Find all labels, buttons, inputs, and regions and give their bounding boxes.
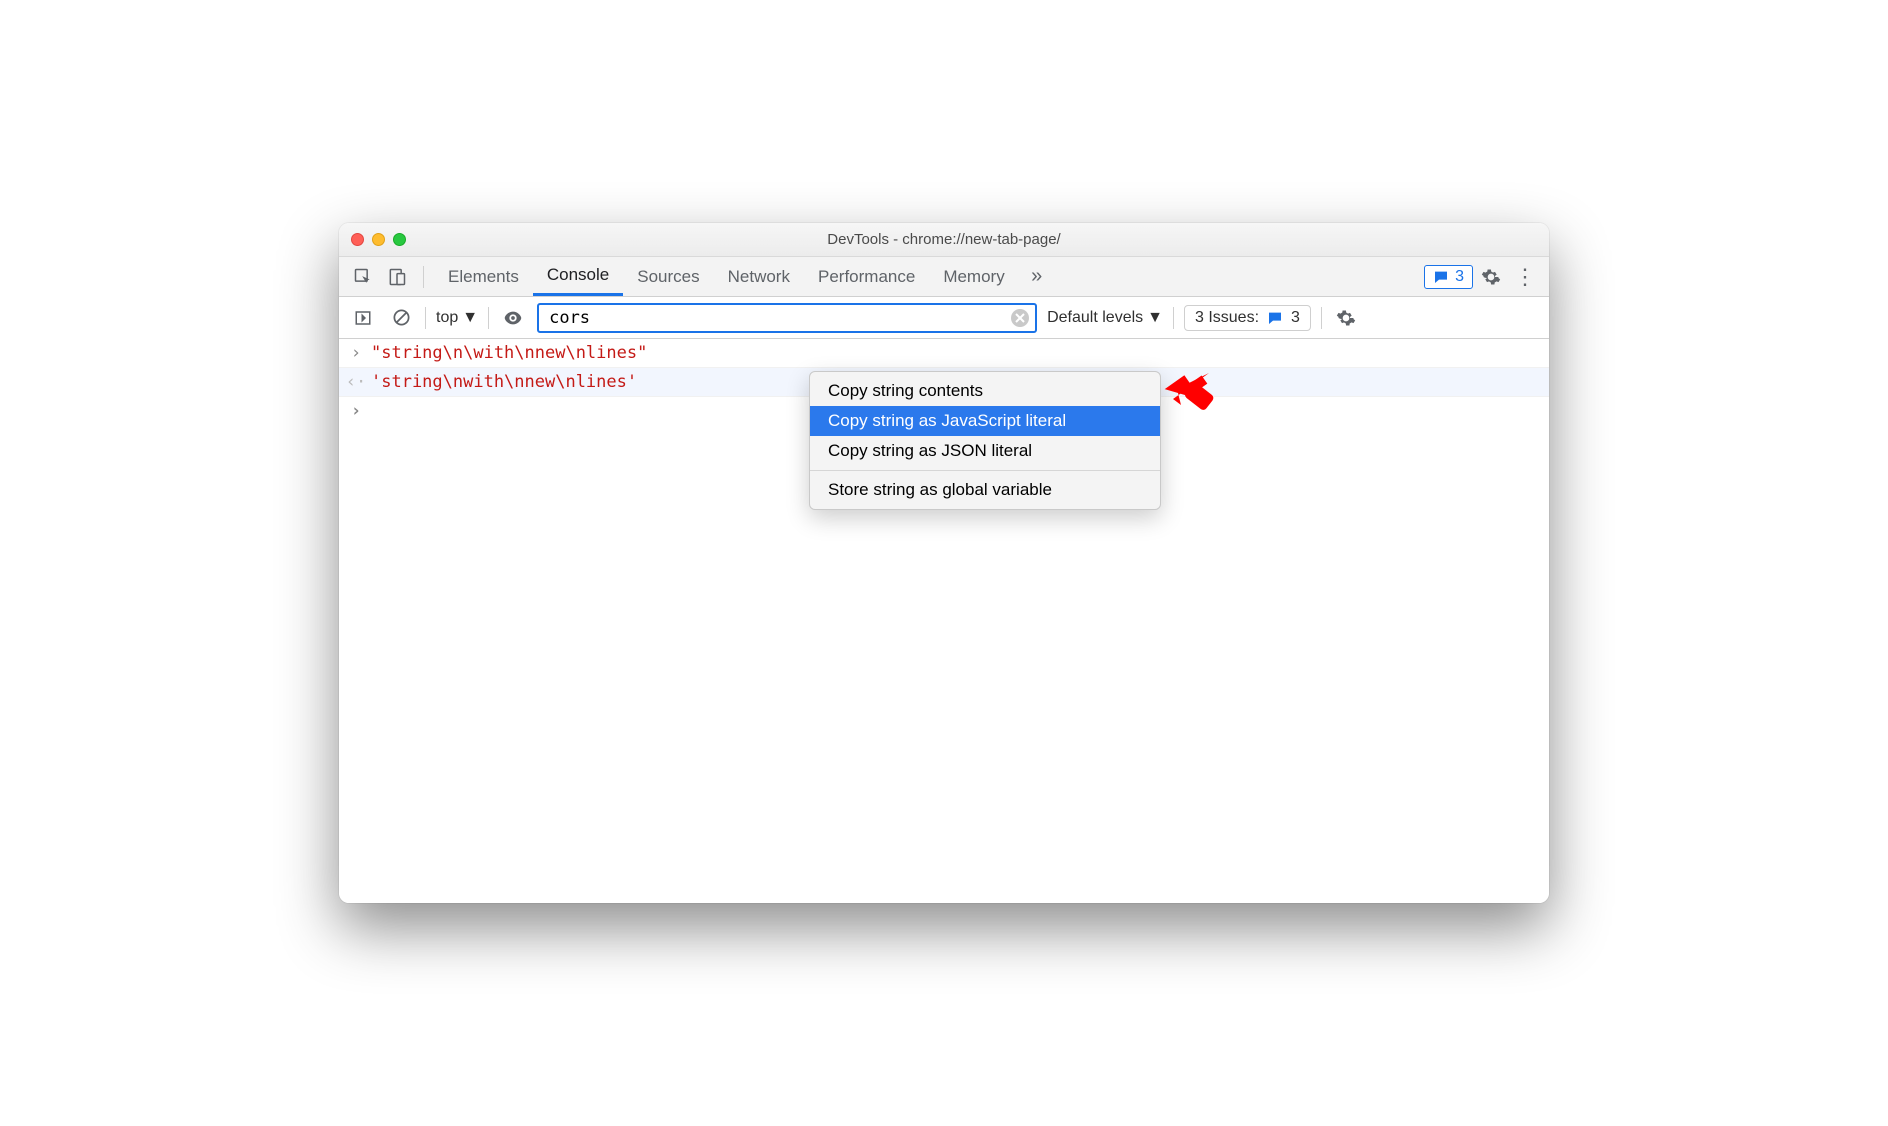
messages-count: 3 xyxy=(1455,268,1464,286)
message-icon xyxy=(1267,310,1283,326)
context-menu-item[interactable]: Copy string as JavaScript literal xyxy=(810,406,1160,436)
output-marker-icon: ‹· xyxy=(349,372,363,392)
message-icon xyxy=(1433,269,1449,285)
console-input-text: "string\n\with\nnew\nlines" xyxy=(371,343,647,363)
window-controls xyxy=(351,233,406,246)
console-toolbar: top ▼ Default levels ▼ 3 Issues: 3 xyxy=(339,297,1549,339)
tab-console[interactable]: Console xyxy=(533,257,623,296)
tab-memory[interactable]: Memory xyxy=(929,257,1018,296)
divider xyxy=(1321,307,1322,329)
menu-separator xyxy=(810,470,1160,471)
console-output-text: 'string\nwith\nnew\nlines' xyxy=(371,372,637,392)
settings-icon[interactable] xyxy=(1475,261,1507,293)
expand-icon[interactable]: › xyxy=(349,343,363,363)
filter-input-wrap xyxy=(537,303,1037,333)
context-selector[interactable]: top ▼ xyxy=(436,309,478,327)
tab-network[interactable]: Network xyxy=(714,257,804,296)
maximize-window-button[interactable] xyxy=(393,233,406,246)
inspect-element-icon[interactable] xyxy=(347,261,379,293)
tab-performance[interactable]: Performance xyxy=(804,257,929,296)
console-body: › "string\n\with\nnew\nlines" ‹· 'string… xyxy=(339,339,1549,903)
context-menu: Copy string contentsCopy string as JavaS… xyxy=(809,371,1161,510)
divider xyxy=(488,307,489,329)
sidebar-toggle-icon[interactable] xyxy=(349,304,377,332)
tabs-container: ElementsConsoleSourcesNetworkPerformance… xyxy=(434,257,1019,296)
context-label: top xyxy=(436,309,458,327)
more-tabs-icon[interactable]: » xyxy=(1021,261,1053,293)
log-levels-selector[interactable]: Default levels ▼ xyxy=(1047,309,1163,327)
issues-count: 3 xyxy=(1291,309,1300,327)
chevron-down-icon: ▼ xyxy=(462,309,478,327)
chevron-down-icon: ▼ xyxy=(1147,309,1163,327)
messages-chip[interactable]: 3 xyxy=(1424,265,1473,289)
issues-chip[interactable]: 3 Issues: 3 xyxy=(1184,305,1311,331)
more-menu-icon[interactable]: ⋮ xyxy=(1509,261,1541,293)
minimize-window-button[interactable] xyxy=(372,233,385,246)
close-window-button[interactable] xyxy=(351,233,364,246)
annotation-arrow-icon xyxy=(1159,365,1215,421)
context-menu-item[interactable]: Copy string contents xyxy=(810,376,1160,406)
prompt-icon: › xyxy=(349,401,363,421)
divider xyxy=(423,266,424,288)
filter-input[interactable] xyxy=(549,308,1011,328)
device-toolbar-icon[interactable] xyxy=(381,261,413,293)
tab-elements[interactable]: Elements xyxy=(434,257,533,296)
clear-filter-icon[interactable] xyxy=(1011,309,1029,327)
divider xyxy=(425,307,426,329)
devtools-tabbar: ElementsConsoleSourcesNetworkPerformance… xyxy=(339,257,1549,297)
context-menu-item-store-global[interactable]: Store string as global variable xyxy=(810,475,1160,505)
devtools-window: DevTools - chrome://new-tab-page/ Elemen… xyxy=(339,223,1549,903)
context-menu-item[interactable]: Copy string as JSON literal xyxy=(810,436,1160,466)
console-input-row[interactable]: › "string\n\with\nnew\nlines" xyxy=(339,339,1549,368)
console-settings-icon[interactable] xyxy=(1332,304,1360,332)
window-title: DevTools - chrome://new-tab-page/ xyxy=(339,231,1549,248)
titlebar: DevTools - chrome://new-tab-page/ xyxy=(339,223,1549,257)
live-expression-icon[interactable] xyxy=(499,304,527,332)
tab-sources[interactable]: Sources xyxy=(623,257,713,296)
clear-console-icon[interactable] xyxy=(387,304,415,332)
levels-label: Default levels xyxy=(1047,309,1143,327)
issues-label: 3 Issues: xyxy=(1195,309,1259,327)
divider xyxy=(1173,307,1174,329)
